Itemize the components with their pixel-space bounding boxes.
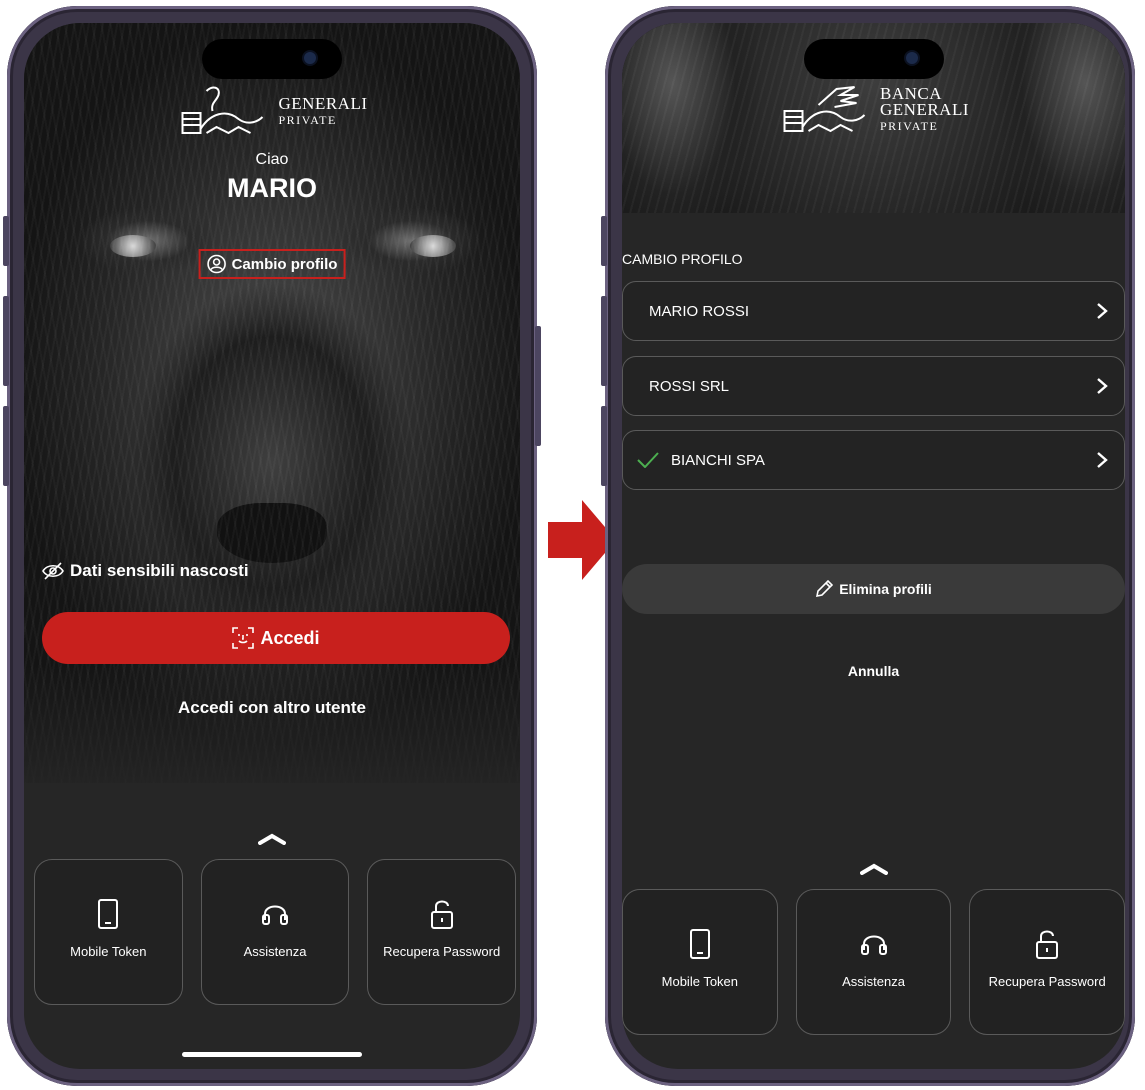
delete-profiles-button[interactable]: Elimina profili xyxy=(622,564,1125,614)
side-button xyxy=(601,216,607,266)
tile-label: Mobile Token xyxy=(70,944,147,959)
phone-frame-left: GENERALI PRIVATE Ciao MARIO Cambio profi… xyxy=(3,6,541,1086)
side-button xyxy=(601,296,607,386)
assistance-tile[interactable]: Assistenza xyxy=(200,859,350,1005)
tile-label: Recupera Password xyxy=(988,974,1106,989)
login-button-label: Accedi xyxy=(260,627,320,648)
home-indicator[interactable] xyxy=(182,1052,362,1057)
sensitive-data-label: Dati sensibili nascosti xyxy=(70,561,249,580)
user-name: MARIO xyxy=(227,173,317,203)
dynamic-island xyxy=(202,39,342,79)
recover-password-tile[interactable]: Recupera Password xyxy=(367,859,517,1005)
cancel-button[interactable]: Annulla xyxy=(622,663,1125,679)
change-profile-screen: BANCA GENERALI PRIVATE CAMBIO PROFILO MA… xyxy=(622,23,1125,1069)
unlock-icon xyxy=(430,900,453,929)
quick-actions: Mobile Token Assistenza Recupera Passwor… xyxy=(622,889,1125,1035)
tile-label: Assistenza xyxy=(842,974,905,989)
switch-profile-icon xyxy=(207,254,226,274)
login-other-user-link[interactable]: Accedi con altro utente xyxy=(24,698,520,718)
delete-profiles-label: Elimina profili xyxy=(839,581,932,597)
quick-actions: Mobile Token Assistenza Recupera Passwor… xyxy=(34,859,517,1005)
logo-text: GENERALI PRIVATE xyxy=(278,94,368,127)
profile-item-mario-rossi[interactable]: MARIO ROSSI xyxy=(622,281,1125,341)
chevron-right-icon xyxy=(1097,452,1108,468)
tile-label: Mobile Token xyxy=(661,974,739,989)
chevron-right-icon xyxy=(1097,378,1108,394)
switch-profile-button[interactable]: Cambio profilo xyxy=(198,249,346,279)
mobile-token-tile[interactable]: Mobile Token xyxy=(34,859,183,1005)
chevron-right-icon xyxy=(1097,303,1108,319)
profile-item-rossi-srl[interactable]: ROSSI SRL xyxy=(622,356,1125,416)
dynamic-island xyxy=(803,39,944,79)
brand-logo: BANCA GENERALI PRIVATE xyxy=(778,81,969,139)
side-button xyxy=(3,216,9,266)
login-button[interactable]: Accedi xyxy=(42,612,510,664)
profile-item-bianchi-spa[interactable]: BIANCHI SPA xyxy=(622,430,1125,490)
tile-label: Assistenza xyxy=(243,944,307,959)
recover-password-tile[interactable]: Recupera Password xyxy=(969,889,1125,1035)
profile-label: BIANCHI SPA xyxy=(671,451,765,469)
chevron-up-icon[interactable] xyxy=(859,863,888,875)
unlock-icon xyxy=(1036,930,1059,959)
assistance-tile[interactable]: Assistenza xyxy=(795,889,952,1035)
greeting-text: Ciao xyxy=(255,151,289,168)
phone-icon xyxy=(689,929,710,959)
pencil-icon xyxy=(816,580,834,598)
mobile-token-tile[interactable]: Mobile Token xyxy=(622,889,778,1035)
logo-text: BANCA GENERALI PRIVATE xyxy=(880,84,969,133)
headset-icon xyxy=(262,905,288,925)
switch-profile-label: Cambio profilo xyxy=(231,255,338,273)
side-button xyxy=(535,326,541,446)
side-button xyxy=(601,406,607,486)
side-button xyxy=(3,406,9,486)
profile-label: ROSSI SRL xyxy=(649,377,730,395)
chevron-up-icon[interactable] xyxy=(258,833,286,845)
lion-logo-icon xyxy=(181,86,264,135)
login-screen: GENERALI PRIVATE Ciao MARIO Cambio profi… xyxy=(24,23,520,1069)
eye-off-icon xyxy=(42,562,64,580)
checkmark-icon xyxy=(637,452,659,468)
profile-label: MARIO ROSSI xyxy=(649,302,750,320)
phone-frame-right: BANCA GENERALI PRIVATE CAMBIO PROFILO MA… xyxy=(601,6,1135,1086)
phone-icon xyxy=(98,899,119,929)
headset-icon xyxy=(860,935,887,955)
sensitive-data-toggle[interactable]: Dati sensibili nascosti xyxy=(42,561,249,581)
brand-logo: GENERALI PRIVATE xyxy=(177,83,368,141)
side-button xyxy=(3,296,9,386)
face-id-icon xyxy=(232,627,255,649)
lion-logo-icon xyxy=(783,86,865,133)
section-title: CAMBIO PROFILO xyxy=(622,251,743,267)
tile-label: Recupera Password xyxy=(383,944,501,959)
